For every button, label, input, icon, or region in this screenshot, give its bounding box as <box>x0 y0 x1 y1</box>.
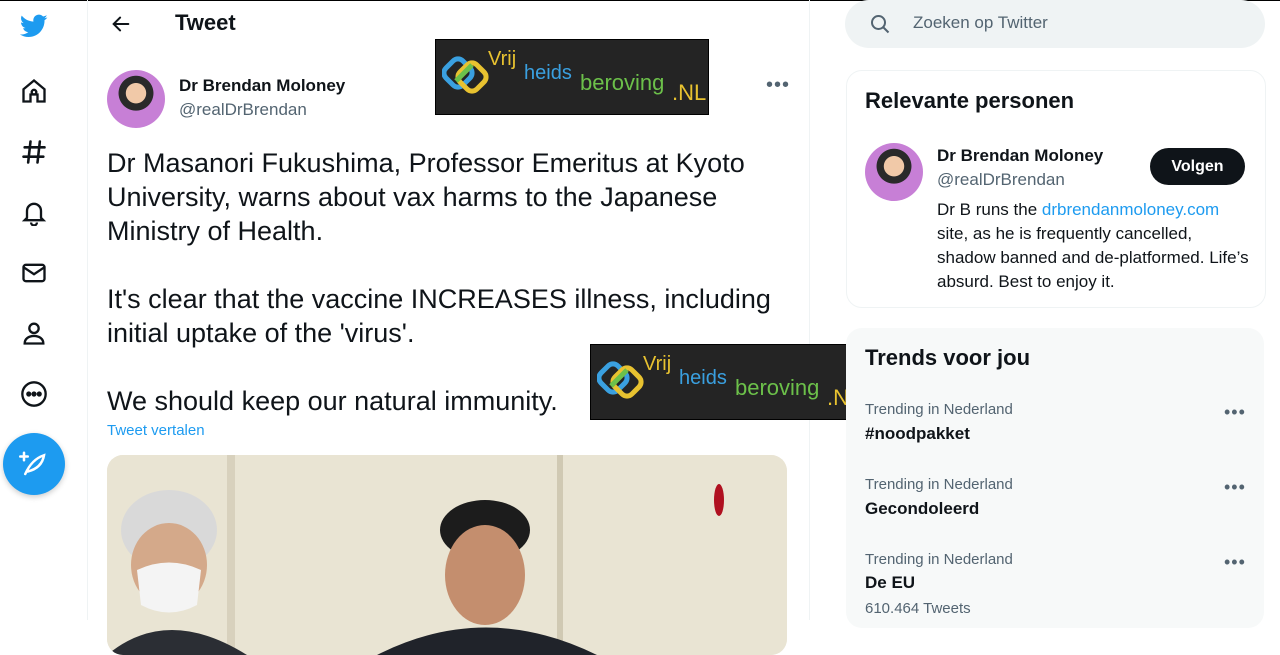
tweet-paragraph-1: Dr Masanori Fukushima, Professor Emeritu… <box>107 148 745 246</box>
watermark-text-heids: heids <box>524 62 572 84</box>
relevant-bio: Dr B runs the drbrendanmoloney.com site,… <box>937 198 1252 294</box>
bio-link[interactable]: drbrendanmoloney.com <box>1042 200 1219 219</box>
back-arrow-button[interactable] <box>105 8 137 40</box>
watermark-text-beroving: beroving <box>735 375 820 400</box>
relevant-name[interactable]: Dr Brendan Moloney <box>937 146 1103 166</box>
bio-text-before: Dr B runs the <box>937 200 1042 219</box>
search-bar[interactable] <box>845 0 1265 48</box>
tweet-more-button[interactable]: ••• <box>766 74 790 97</box>
trend-meta: Trending in Nederland <box>865 476 1013 493</box>
watermark-text-heids: heids <box>679 367 727 389</box>
profile-icon[interactable] <box>14 313 54 353</box>
tweet-video-media[interactable] <box>107 455 787 655</box>
bio-text-after: site, as he is frequently cancelled, sha… <box>937 224 1249 291</box>
watermark-text-vrij: Vrij <box>488 48 517 70</box>
more-options-icon[interactable] <box>14 374 54 414</box>
watermark-text-vrij: Vrij <box>643 353 672 375</box>
compose-tweet-button[interactable] <box>3 433 65 495</box>
trend-more-button[interactable]: ••• <box>1224 552 1246 573</box>
trend-meta: Trending in Nederland <box>865 401 1013 418</box>
trend-name[interactable]: De EU <box>865 573 915 593</box>
translate-tweet-link[interactable]: Tweet vertalen <box>107 422 205 439</box>
back-arrow-icon <box>112 16 130 32</box>
relevant-avatar[interactable] <box>865 143 923 201</box>
author-avatar[interactable] <box>107 70 165 128</box>
watermark-chain-icon <box>597 361 644 399</box>
relevant-handle[interactable]: @realDrBrendan <box>937 170 1065 190</box>
author-name[interactable]: Dr Brendan Moloney <box>179 76 345 96</box>
page-title: Tweet <box>175 10 236 35</box>
watermark-logo: Vrij heids beroving .NL <box>435 39 709 115</box>
twitter-logo-icon[interactable] <box>14 6 54 46</box>
trend-meta: Trending in Nederland <box>865 551 1013 568</box>
follow-button[interactable]: Volgen <box>1150 148 1245 185</box>
trends-title: Trends voor jou <box>865 345 1031 370</box>
notifications-bell-icon[interactable] <box>14 192 54 232</box>
home-icon[interactable] <box>14 71 54 111</box>
feather-plus-icon <box>19 451 46 476</box>
messages-envelope-icon[interactable] <box>14 253 54 293</box>
watermark-text-nl: .NL <box>672 80 707 105</box>
trend-tweet-count: 610.464 Tweets <box>865 600 971 617</box>
trend-more-button[interactable]: ••• <box>1224 402 1246 423</box>
explore-hashtag-icon[interactable] <box>14 132 54 172</box>
video-frame <box>107 455 787 655</box>
watermark-logo-2: Vrij heids beroving .NL <box>590 344 864 420</box>
search-input[interactable]: Zoeken op Twitter <box>913 13 1048 33</box>
relevant-people-title: Relevante personen <box>865 88 1075 113</box>
trend-name[interactable]: Gecondoleerd <box>865 499 979 519</box>
search-icon <box>871 15 890 34</box>
author-handle[interactable]: @realDrBrendan <box>179 100 307 120</box>
trend-more-button[interactable]: ••• <box>1224 477 1246 498</box>
trend-name[interactable]: #noodpakket <box>865 424 970 444</box>
tweet-paragraph-2: It's clear that the vaccine INCREASES il… <box>107 284 771 348</box>
watermark-chain-icon <box>442 56 489 94</box>
watermark-text-beroving: beroving <box>580 70 665 95</box>
